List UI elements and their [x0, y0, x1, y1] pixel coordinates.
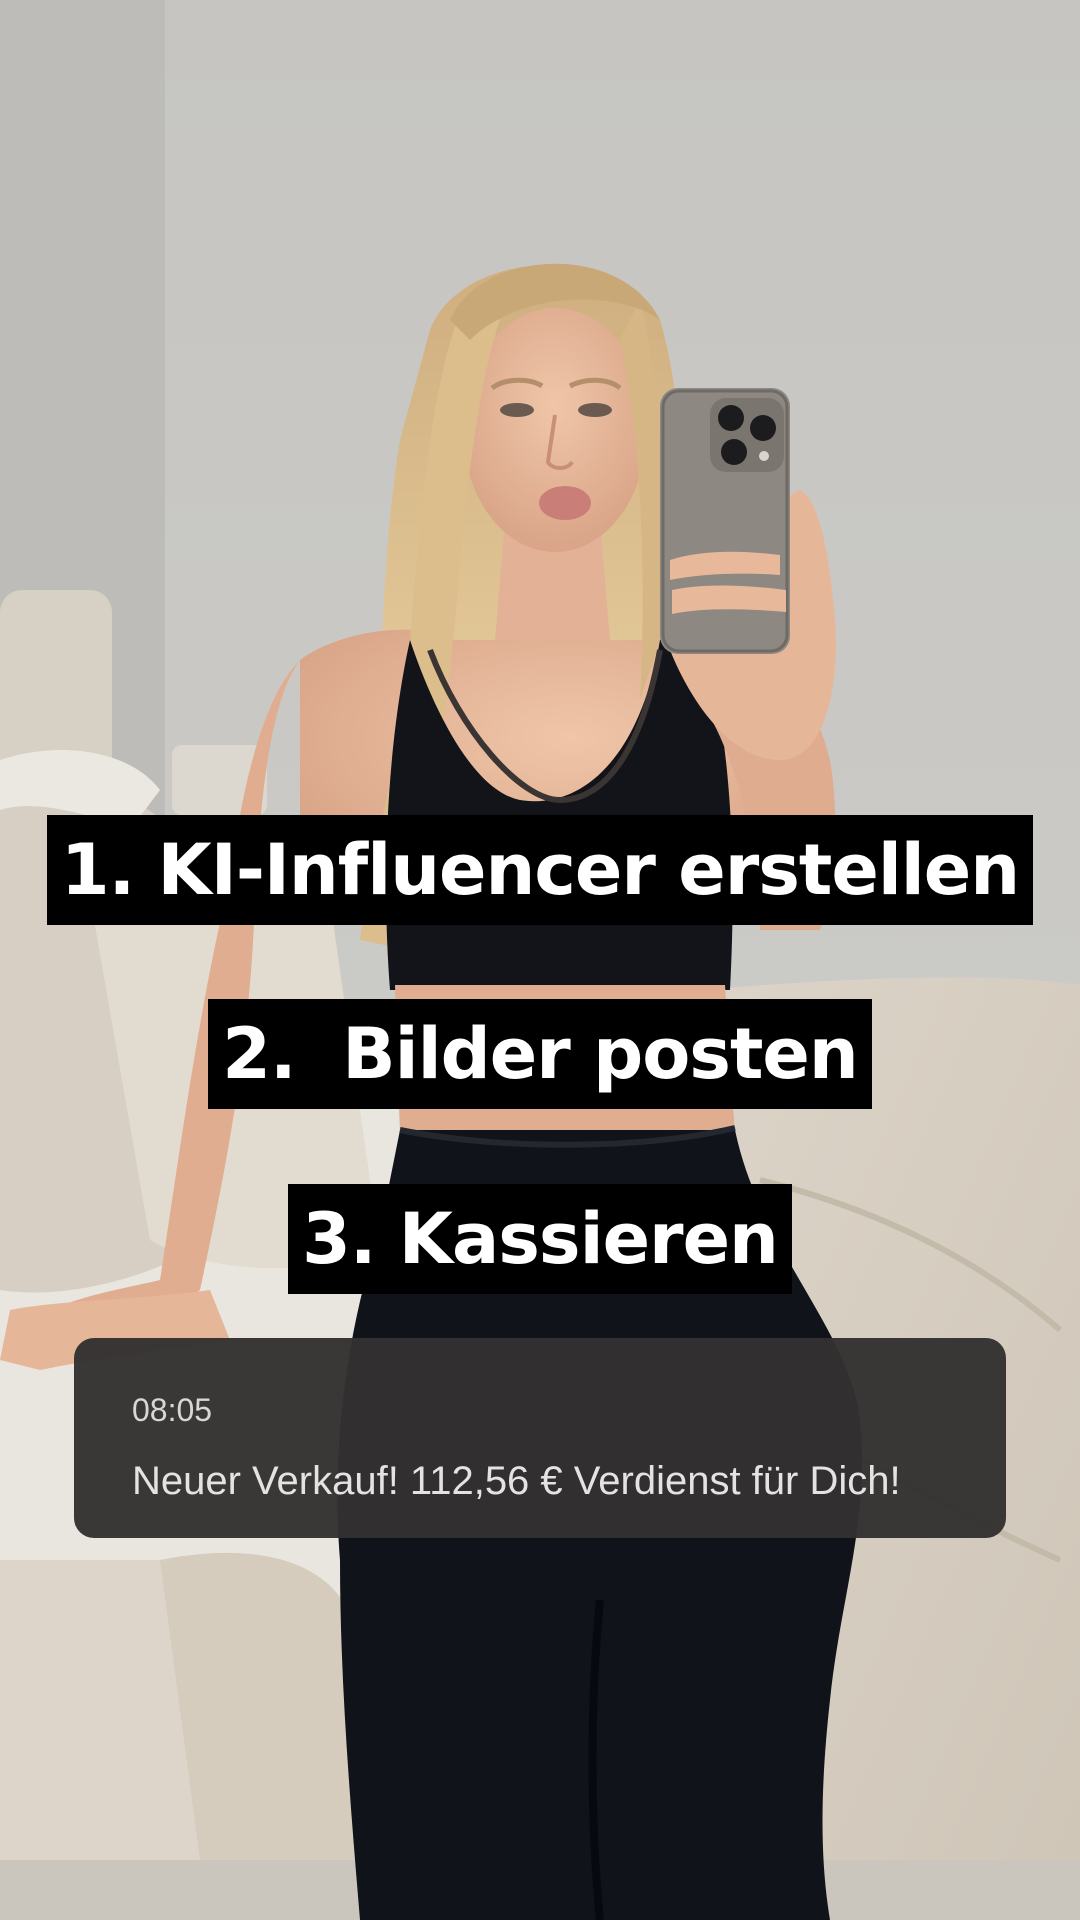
background-photo	[0, 0, 1080, 1920]
eye-left	[500, 403, 534, 417]
caption-step-3: 3. Kassieren	[0, 1184, 1080, 1294]
camera-lens	[718, 405, 744, 431]
caption-step-3-text: 3. Kassieren	[288, 1184, 792, 1294]
caption-step-2-text: 2. Bilder posten	[208, 999, 872, 1109]
caption-step-2: 2. Bilder posten	[0, 999, 1080, 1109]
notification-message: Neuer Verkauf! 112,56 € Verdienst für Di…	[132, 1459, 901, 1503]
caption-step-1-text: 1. KI-Influencer erstellen	[46, 815, 1034, 925]
sale-notification[interactable]: 08:05 Neuer Verkauf! 112,56 € Verdienst …	[74, 1338, 1006, 1538]
eye-right	[578, 403, 612, 417]
notification-time: 08:05	[132, 1392, 213, 1428]
camera-lens	[750, 415, 776, 441]
camera-lens	[721, 439, 747, 465]
caption-step-1: 1. KI-Influencer erstellen	[0, 815, 1080, 925]
lips	[539, 486, 591, 520]
camera-flash	[759, 451, 769, 461]
